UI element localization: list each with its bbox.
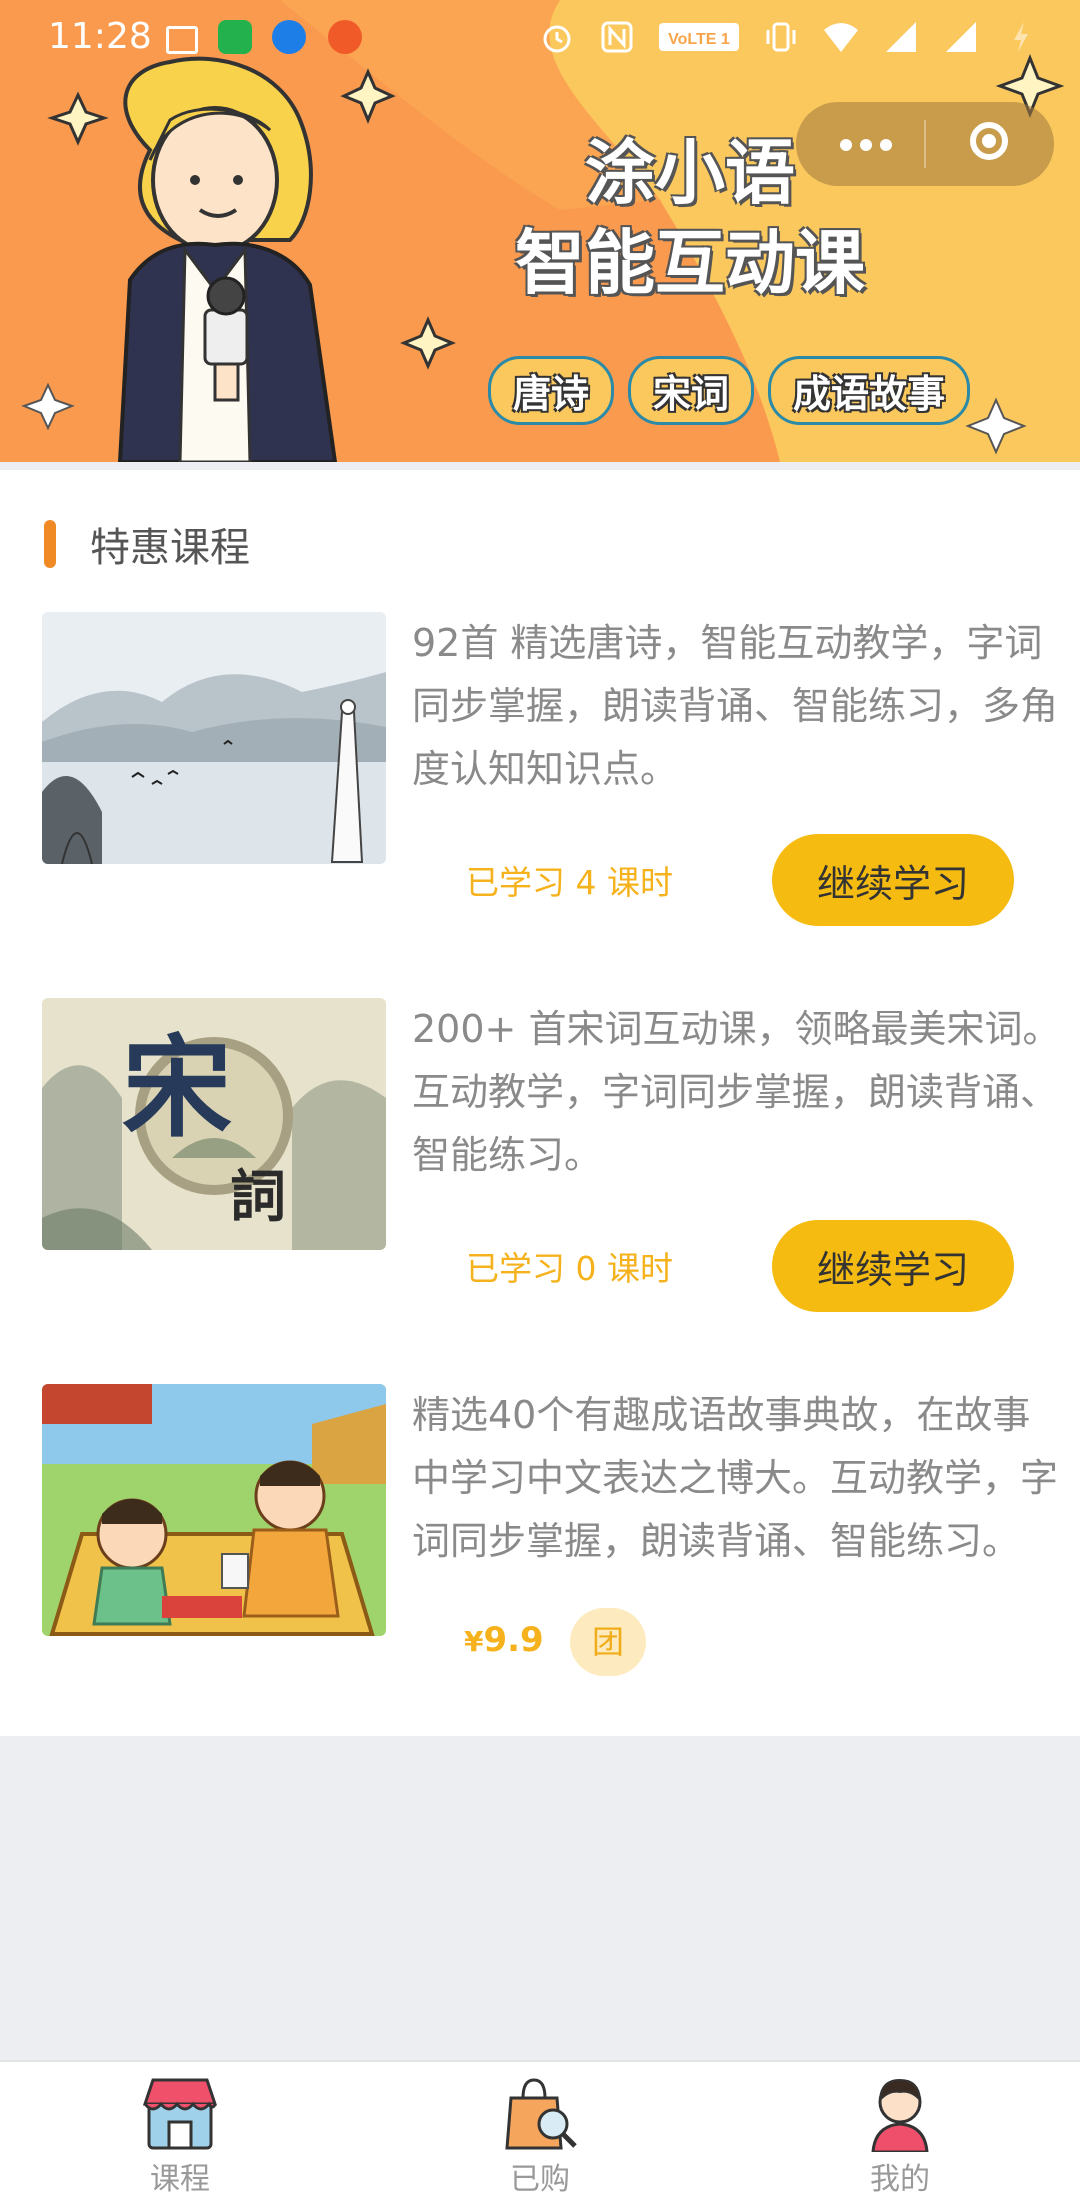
red-app-icon [328,20,362,54]
tab-purchased[interactable]: 已购 [440,2074,640,2198]
banner-title-line2: 智能互动课 [515,222,865,304]
status-right-icons: VoLTE 1 [538,18,1040,56]
course-description: 92首 精选唐诗，智能互动教学，字词同步掌握，朗读背诵、智能练习，多角度认知知识… [412,621,1059,791]
mail-icon [166,26,198,54]
shop-icon [142,2078,218,2150]
vibrate-icon [766,22,796,52]
course-description: 200+ 首宋词互动课，领略最美宋词。互动教学，字词同步掌握，朗读背诵、智能练习… [412,1007,1061,1177]
status-time: 11:28 [48,16,152,57]
wifi-icon [824,23,858,52]
price-currency: ¥ [464,1625,484,1658]
tab-label: 已购 [510,2162,570,2197]
battery-icon [1014,22,1028,52]
tab-label: 我的 [870,2162,930,2197]
price-value: 9.9 [483,1620,544,1660]
signal-icon [886,22,916,52]
course-price: ¥9.9 [464,1620,544,1660]
banner-tag-chengyu: 成语故事 [768,356,971,425]
more-dots-icon[interactable] [840,136,900,155]
tab-label: 课程 [150,2162,210,2197]
tab-mine[interactable]: 我的 [800,2074,1000,2198]
course-thumbnail-chengyu [42,1384,386,1636]
progress-prefix: 已学习 [466,863,576,902]
course-item-tangshi[interactable]: 92首 精选唐诗，智能互动教学，字词同步掌握，朗读背诵、智能练习，多角度认知知识… [42,612,1058,926]
continue-learning-button[interactable]: 继续学习 [772,1220,1014,1312]
thumb-song-char: 宋 [122,1023,232,1152]
progress-suffix: 课时 [596,1249,673,1288]
volte-label: VoLTE 1 [668,31,730,48]
progress-count: 0 [575,1249,597,1288]
progress-prefix: 已学习 [466,1249,576,1288]
target-close-icon[interactable] [970,122,1008,160]
progress-suffix: 课时 [596,863,673,902]
course-item-songci[interactable]: 宋 詞 200+ 首宋词互动课，领略最美宋词。互动教学，字词同步掌握，朗读背诵、… [42,998,1060,1312]
section-title: 特惠课程 [90,525,250,571]
bottom-tab-bar: 课程 已购 我的 [0,2060,1080,2203]
section-header: 特惠课程 [44,516,250,572]
capsule-divider [924,120,926,168]
course-progress: 已学习 4 课时 [466,856,673,904]
banner-tag-songci: 宋词 [628,356,755,425]
signal-icon [946,22,976,52]
user-avatar-icon [871,2078,929,2152]
video-app-icon [218,20,252,54]
course-thumbnail-songci: 宋 詞 [42,998,386,1250]
progress-count: 4 [575,863,597,902]
banner-tag-tangshi: 唐诗 [488,356,615,425]
course-progress: 已学习 0 课时 [466,1242,673,1290]
course-item-chengyu[interactable]: 精选40个有趣成语故事典故，在故事中学习中文表达之博大。互动教学，字词同步掌握，… [42,1384,1058,1676]
shopping-bag-search-icon [505,2078,577,2150]
course-thumbnail-landscape [42,612,386,864]
miniprogram-capsule [796,102,1054,186]
nfc-icon [601,21,633,53]
zhihu-icon [272,20,306,54]
continue-learning-button[interactable]: 继续学习 [772,834,1014,926]
volte-icon: VoLTE 1 [659,23,739,51]
group-buy-badge[interactable]: 团 [570,1608,646,1676]
status-bar: 11:28 VoLTE 1 [0,0,1080,80]
course-list-card: 特惠课程 92首 精选唐诗，智能互动教学，字词同步掌握，朗读背诵、智能练习，多角… [0,470,1080,1736]
alarm-icon [543,25,571,53]
banner-tags: 唐诗 宋词 成语故事 [488,356,971,425]
course-description: 精选40个有趣成语故事典故，在故事中学习中文表达之博大。互动教学，字词同步掌握，… [412,1393,1059,1563]
tab-courses[interactable]: 课程 [80,2074,280,2198]
section-accent-bar [44,520,56,568]
thumb-ci-char: 詞 [230,1164,286,1230]
